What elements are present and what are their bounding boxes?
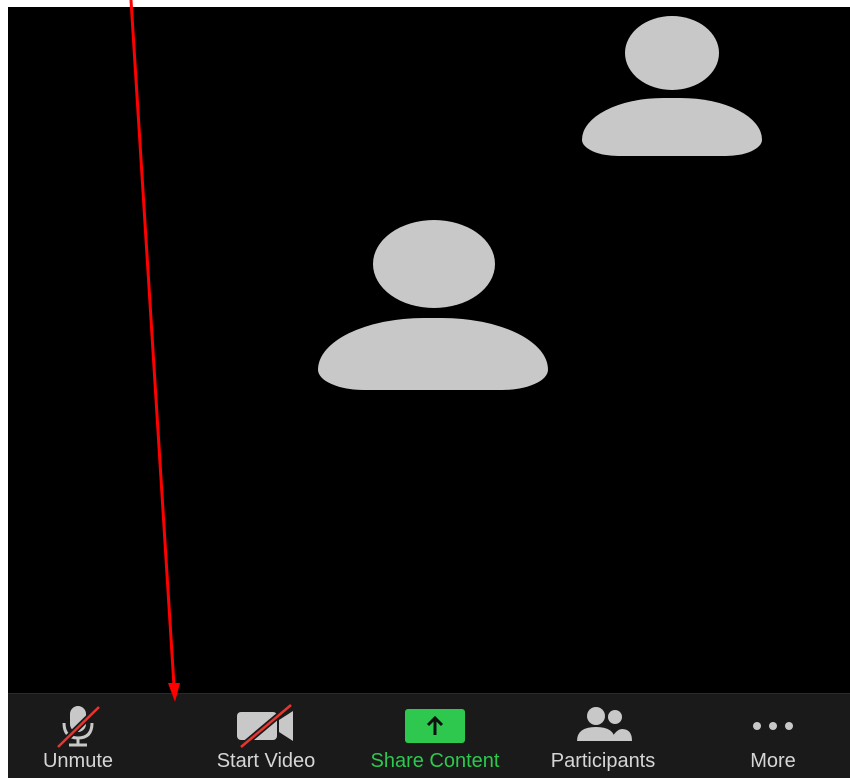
share-content-button[interactable]: Share Content <box>348 694 522 778</box>
avatar-head <box>373 220 495 308</box>
video-area <box>8 7 850 693</box>
participants-button[interactable]: Participants <box>528 694 678 778</box>
more-button[interactable]: More <box>718 694 828 778</box>
start-video-button[interactable]: Start Video <box>196 694 336 778</box>
share-content-label: Share Content <box>370 750 500 772</box>
participants-icon <box>570 700 636 752</box>
more-label: More <box>750 750 796 772</box>
meeting-toolbar: Unmute Start Video Share Content Partici… <box>8 693 850 778</box>
share-upload-icon <box>405 700 465 752</box>
participant-avatar-2 <box>318 220 548 390</box>
participant-avatar-1 <box>582 16 762 156</box>
more-dots-icon <box>748 700 798 752</box>
video-camera-off-icon <box>233 700 299 752</box>
avatar-body <box>582 98 762 156</box>
microphone-muted-icon <box>53 700 103 752</box>
start-video-label: Start Video <box>216 750 316 772</box>
unmute-label: Unmute <box>42 750 114 772</box>
meeting-window: Unmute Start Video Share Content Partici… <box>0 0 850 778</box>
participants-label: Participants <box>550 750 656 772</box>
unmute-button[interactable]: Unmute <box>18 694 138 778</box>
avatar-body <box>318 318 548 390</box>
avatar-head <box>625 16 719 90</box>
